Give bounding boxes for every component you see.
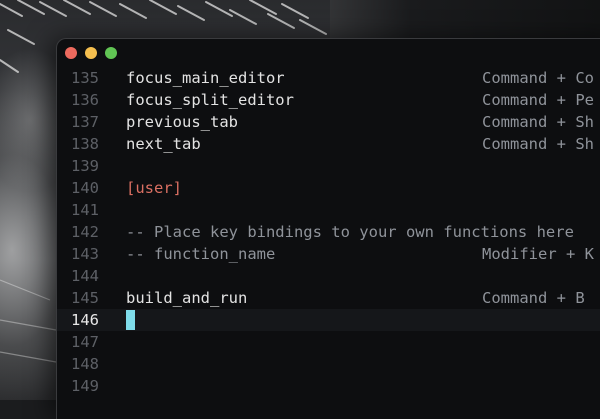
section-header: [user] bbox=[126, 179, 182, 197]
editor-window: 135 focus_main_editor Command + Co 136 focus… bbox=[56, 38, 600, 419]
function-name: focus_main_editor bbox=[126, 69, 285, 87]
line-number: 136 bbox=[71, 91, 99, 109]
close-window-button[interactable] bbox=[65, 47, 77, 59]
line-number: 140 bbox=[71, 179, 99, 197]
function-name: build_and_run bbox=[126, 289, 248, 307]
line-number: 137 bbox=[71, 113, 99, 131]
text-cursor bbox=[126, 310, 135, 330]
line-number: 135 bbox=[71, 69, 99, 87]
code-line[interactable]: 137 previous_tab Command + Sh bbox=[57, 111, 600, 133]
window-controls bbox=[65, 47, 117, 59]
line-number: 138 bbox=[71, 135, 99, 153]
current-line[interactable]: 146 bbox=[57, 309, 600, 331]
code-line[interactable]: 136 focus_split_editor Command + Pe bbox=[57, 89, 600, 111]
line-number: 141 bbox=[71, 201, 99, 219]
key-binding: Command + B bbox=[482, 289, 585, 307]
line-number: 142 bbox=[71, 223, 99, 241]
function-name: next_tab bbox=[126, 135, 201, 153]
code-line[interactable]: 147 bbox=[57, 331, 600, 353]
function-name: previous_tab bbox=[126, 113, 238, 131]
code-line[interactable]: 142 -- Place key bindings to your own fun… bbox=[57, 221, 600, 243]
line-number: 147 bbox=[71, 333, 99, 351]
line-number: 145 bbox=[71, 289, 99, 307]
code-line[interactable]: 135 focus_main_editor Command + Co bbox=[57, 67, 600, 89]
key-binding: Modifier + K bbox=[482, 245, 594, 263]
minimize-window-button[interactable] bbox=[85, 47, 97, 59]
key-binding: Command + Co bbox=[482, 69, 594, 87]
code-line[interactable]: 140 [user] bbox=[57, 177, 600, 199]
comment-text: -- function_name bbox=[126, 245, 276, 263]
key-binding: Command + Pe bbox=[482, 91, 594, 109]
code-editor[interactable]: 135 focus_main_editor Command + Co 136 focus… bbox=[57, 67, 600, 397]
code-line[interactable]: 144 bbox=[57, 265, 600, 287]
line-number: 139 bbox=[71, 157, 99, 175]
code-line[interactable]: 138 next_tab Command + Sh bbox=[57, 133, 600, 155]
function-name: focus_split_editor bbox=[126, 91, 294, 109]
comment-text: -- Place key bindings to your own functi… bbox=[126, 223, 574, 241]
code-line[interactable]: 149 bbox=[57, 375, 600, 397]
code-line[interactable]: 143 -- function_name Modifier + K bbox=[57, 243, 600, 265]
key-binding: Command + Sh bbox=[482, 135, 594, 153]
code-line[interactable]: 139 bbox=[57, 155, 600, 177]
line-number: 143 bbox=[71, 245, 99, 263]
line-number: 144 bbox=[71, 267, 99, 285]
line-number: 146 bbox=[71, 311, 99, 329]
line-number: 149 bbox=[71, 377, 99, 395]
code-line[interactable]: 148 bbox=[57, 353, 600, 375]
line-number: 148 bbox=[71, 355, 99, 373]
code-line[interactable]: 145 build_and_run Command + B bbox=[57, 287, 600, 309]
zoom-window-button[interactable] bbox=[105, 47, 117, 59]
code-line[interactable]: 141 bbox=[57, 199, 600, 221]
key-binding: Command + Sh bbox=[482, 113, 594, 131]
